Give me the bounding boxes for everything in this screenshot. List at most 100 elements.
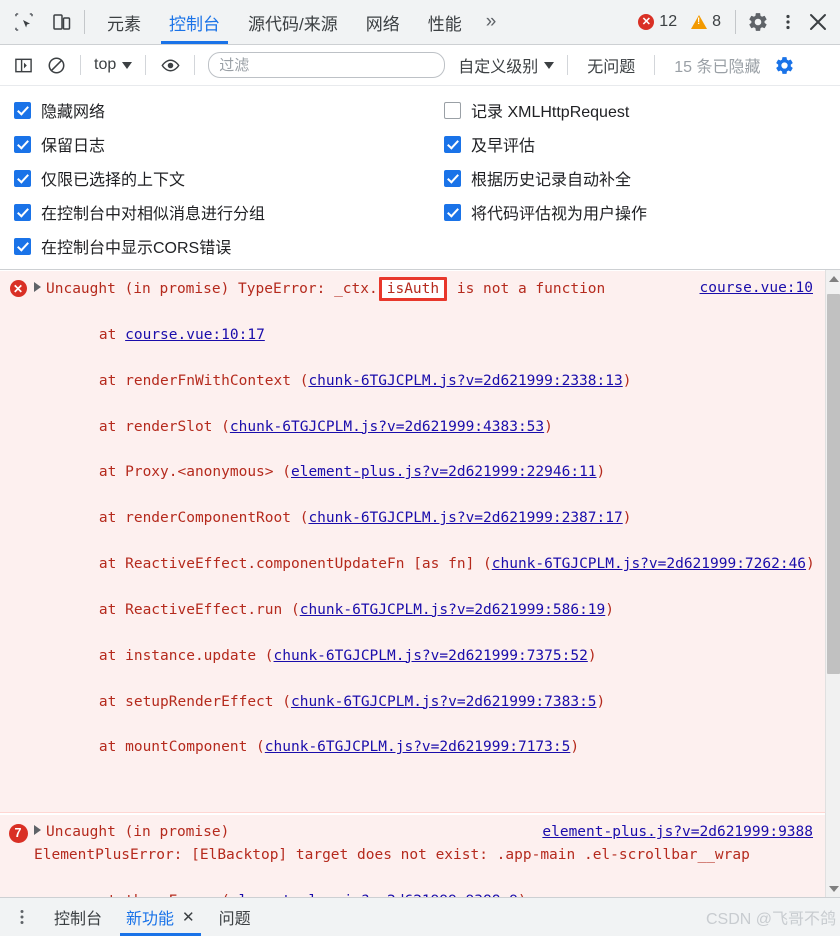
stack-prefix: at renderSlot (: [64, 418, 230, 435]
stack-prefix: at ReactiveEffect.run (: [64, 601, 300, 618]
clear-console-icon[interactable]: [41, 50, 71, 80]
devtools-tabbar: 元素 控制台 源代码/来源 网络 性能 » ✕ 12 8: [0, 0, 840, 45]
message-body: course.vue:10 Uncaught (in promise) Type…: [34, 277, 817, 805]
device-toolbar-glyph: [53, 14, 71, 30]
more-tabs-chevron-icon[interactable]: »: [476, 0, 507, 44]
checkbox[interactable]: [444, 203, 461, 221]
warning-counter[interactable]: 8: [685, 13, 727, 31]
stack-line: at renderComponentRoot (chunk-6TGJCPLM.j…: [64, 507, 817, 530]
close-glyph: [810, 14, 826, 30]
close-icon[interactable]: [804, 8, 832, 36]
checkbox[interactable]: [14, 237, 31, 255]
vertical-scrollbar[interactable]: [825, 270, 840, 897]
more-vertical-icon[interactable]: [0, 898, 42, 936]
stack-link[interactable]: chunk-6TGJCPLM.js?v=2d621999:7375:52: [274, 648, 588, 664]
stack-line: at mountComponent (chunk-6TGJCPLM.js?v=2…: [64, 736, 817, 759]
stack-link[interactable]: chunk-6TGJCPLM.js?v=2d621999:7262:46: [492, 556, 806, 572]
stack-prefix: at ReactiveEffect.componentUpdateFn [as …: [64, 556, 492, 573]
stack-line: at throwError (element-plus.js?v=2d62199…: [64, 890, 817, 897]
stack-link[interactable]: course.vue:10:17: [125, 327, 265, 343]
tab-elements[interactable]: 元素: [93, 0, 155, 44]
close-icon[interactable]: ✕: [182, 908, 195, 926]
setting-evaluate-as-user-action[interactable]: 将代码评估视为用户操作: [444, 197, 840, 227]
setting-label: 将代码评估视为用户操作: [471, 206, 648, 223]
drawer-tab-label: 控制台: [54, 911, 103, 928]
drawer-tab-whats-new[interactable]: 新功能 ✕: [114, 898, 207, 936]
expand-triangle-icon[interactable]: [34, 282, 41, 292]
scroll-up-arrow-icon[interactable]: [826, 270, 840, 287]
stack-line: at ReactiveEffect.componentUpdateFn [as …: [64, 553, 817, 576]
console-message-row[interactable]: 7 element-plus.js?v=2d621999:9388 Uncaug…: [0, 815, 825, 897]
device-toolbar-icon[interactable]: [48, 8, 76, 36]
checkbox[interactable]: [14, 203, 31, 221]
warning-count-label: 8: [712, 13, 721, 30]
error-count-label: 12: [659, 13, 678, 30]
setting-preserve-log[interactable]: 保留日志: [14, 129, 444, 159]
checkbox[interactable]: [444, 169, 461, 187]
drawer-tab-issues[interactable]: 问题: [207, 898, 263, 936]
more-vertical-icon[interactable]: [774, 8, 802, 36]
stack-link[interactable]: chunk-6TGJCPLM.js?v=2d621999:2387:17: [308, 510, 622, 526]
checkbox[interactable]: [14, 135, 31, 153]
tab-console[interactable]: 控制台: [155, 0, 234, 44]
scrollbar-thumb[interactable]: [827, 294, 840, 674]
stack-link[interactable]: chunk-6TGJCPLM.js?v=2d621999:7383:5: [291, 694, 597, 710]
source-link[interactable]: element-plus.js?v=2d621999:9388: [542, 821, 813, 844]
setting-show-cors-errors[interactable]: 在控制台中显示CORS错误: [14, 231, 444, 261]
panel-tabs: 元素 控制台 源代码/来源 网络 性能: [93, 0, 476, 44]
stack-link[interactable]: chunk-6TGJCPLM.js?v=2d621999:7173:5: [265, 739, 571, 755]
console-message-list: ✕ course.vue:10 Uncaught (in promise) Ty…: [0, 270, 825, 897]
setting-log-xmlhttprequest[interactable]: 记录 XMLHttpRequest: [444, 95, 840, 125]
toolbar-divider-2: [145, 55, 147, 75]
checkbox[interactable]: [14, 169, 31, 187]
log-level-dropdown[interactable]: 自定义级别: [454, 51, 558, 79]
tab-network[interactable]: 网络: [352, 0, 414, 44]
tabbar-tool-icons: [0, 0, 76, 44]
message-text-post: ElementPlusError: [ElBacktop] target doe…: [34, 846, 750, 863]
inspect-element-icon[interactable]: [10, 8, 38, 36]
stack-suffix: ): [596, 693, 606, 710]
toolbar-divider-4: [567, 55, 569, 75]
tab-sources[interactable]: 源代码/来源: [234, 0, 352, 44]
watermark: CSDN @飞哥不鸽: [705, 911, 836, 928]
setting-eager-evaluation[interactable]: 及早评估: [444, 129, 840, 159]
expand-triangle-icon[interactable]: [34, 825, 41, 836]
scroll-down-arrow-icon[interactable]: [826, 880, 840, 897]
console-message-row[interactable]: ✕ course.vue:10 Uncaught (in promise) Ty…: [0, 271, 825, 814]
checkbox[interactable]: [444, 101, 461, 119]
stack-link[interactable]: chunk-6TGJCPLM.js?v=2d621999:4383:53: [230, 419, 544, 435]
stack-prefix: at renderFnWithContext (: [64, 372, 309, 389]
setting-label: 保留日志: [41, 138, 106, 155]
settings-column-right: 记录 XMLHttpRequest 及早评估 根据历史记录自动补全 将代码评估视…: [444, 95, 840, 261]
execution-context-dropdown[interactable]: top: [90, 54, 136, 76]
console-settings-gear-icon[interactable]: [774, 55, 795, 76]
setting-group-similar[interactable]: 在控制台中对相似消息进行分组: [14, 197, 444, 227]
setting-hide-network[interactable]: 隐藏网络: [14, 95, 444, 125]
error-circle-icon: ✕: [638, 14, 655, 30]
stack-line: at course.vue:10:17: [64, 324, 817, 347]
error-counter[interactable]: ✕ 12: [632, 13, 683, 31]
setting-autocomplete-from-history[interactable]: 根据历史记录自动补全: [444, 163, 840, 193]
console-settings-pane: 隐藏网络 保留日志 仅限已选择的上下文 在控制台中对相似消息进行分组 在控制台中…: [0, 86, 840, 270]
tab-performance[interactable]: 性能: [414, 0, 476, 44]
stack-link[interactable]: element-plus.js?v=2d621999:22946:11: [291, 464, 597, 480]
stack-line: at ReactiveEffect.run (chunk-6TGJCPLM.js…: [64, 599, 817, 622]
drawer-tab-console[interactable]: 控制台: [42, 898, 114, 936]
checkbox[interactable]: [444, 135, 461, 153]
search-input[interactable]: [208, 52, 446, 78]
arrow-up-glyph: [828, 275, 839, 282]
checkbox[interactable]: [14, 101, 31, 119]
setting-selected-context-only[interactable]: 仅限已选择的上下文: [14, 163, 444, 193]
source-link[interactable]: course.vue:10: [700, 277, 814, 300]
stack-line: at renderFnWithContext (chunk-6TGJCPLM.j…: [64, 370, 817, 393]
more-vertical-glyph: [20, 910, 24, 924]
setting-label: 记录 XMLHttpRequest: [471, 104, 630, 121]
sidebar-toggle-icon[interactable]: [8, 50, 38, 80]
stack-suffix: ): [570, 739, 580, 756]
gear-icon[interactable]: [744, 8, 772, 36]
issues-status[interactable]: 无问题: [577, 53, 645, 77]
stack-link[interactable]: chunk-6TGJCPLM.js?v=2d621999:2338:13: [308, 373, 622, 389]
stack-link[interactable]: chunk-6TGJCPLM.js?v=2d621999:586:19: [300, 602, 606, 618]
stack-suffix: ): [596, 464, 606, 481]
live-expression-eye-icon[interactable]: [155, 50, 185, 80]
